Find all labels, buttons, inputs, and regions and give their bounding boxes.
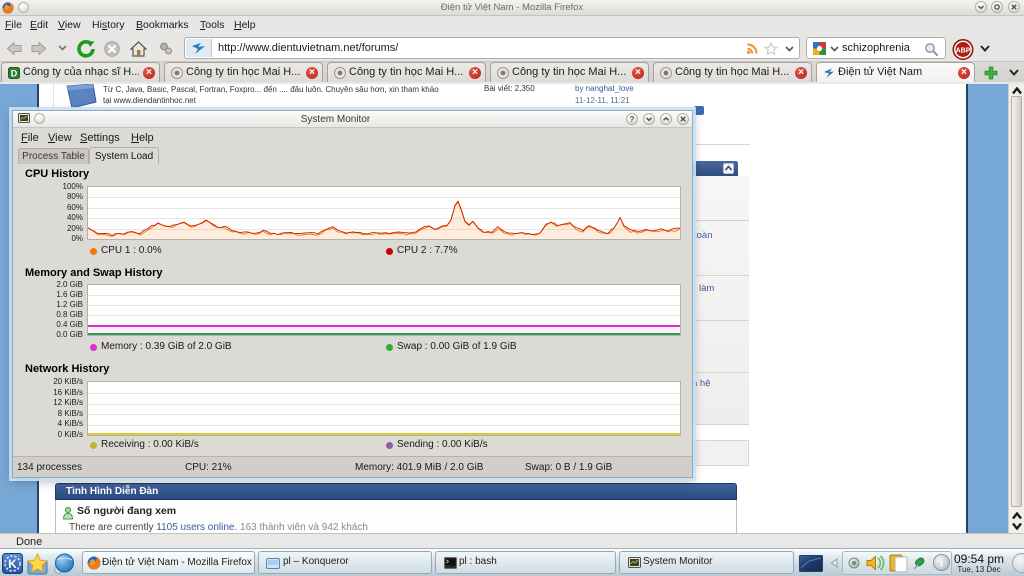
svg-text:ABP: ABP xyxy=(956,48,971,55)
svg-text:i: i xyxy=(940,558,943,570)
svg-text:K: K xyxy=(8,557,17,571)
svg-text:D: D xyxy=(11,69,18,79)
